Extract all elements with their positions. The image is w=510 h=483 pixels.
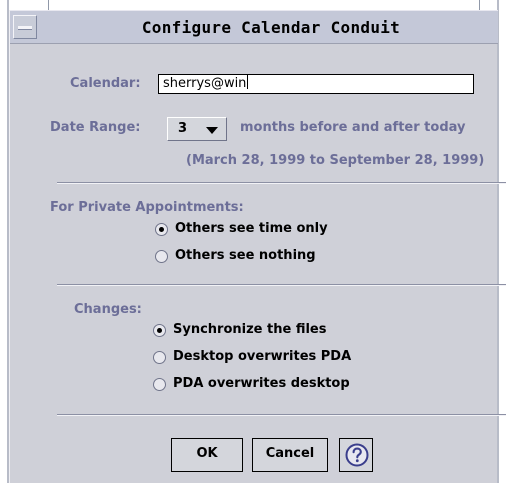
radio-label: Others see nothing: [175, 248, 316, 263]
desktop-mark-right: [479, 0, 480, 10]
desktop-edge-line-right: [497, 0, 499, 483]
date-range-label: Date Range:: [50, 120, 141, 135]
divider: [57, 284, 506, 286]
changes-label: Changes:: [74, 302, 142, 317]
date-range-suffix: months before and after today: [240, 120, 466, 135]
private-appointments-label: For Private Appointments:: [50, 200, 244, 215]
configure-calendar-conduit-dialog: Configure Calendar Conduit Calendar: she…: [9, 10, 506, 483]
radio-button-checked[interactable]: [153, 324, 166, 337]
divider: [57, 414, 506, 416]
title-bar[interactable]: Configure Calendar Conduit: [10, 10, 498, 44]
help-question-icon: [345, 443, 369, 467]
radio-label: Desktop overwrites PDA: [173, 349, 352, 364]
window-title: Configure Calendar Conduit: [141, 18, 401, 37]
radio-button-unchecked[interactable]: [155, 250, 168, 263]
radio-button-checked[interactable]: [155, 223, 168, 236]
radio-button-unchecked[interactable]: [153, 351, 166, 364]
calendar-input[interactable]: sherrys@win: [158, 74, 474, 94]
cancel-button[interactable]: Cancel: [252, 438, 328, 472]
calendar-label: Calendar:: [70, 76, 141, 91]
date-range-selected-value: 3: [178, 121, 188, 136]
help-button[interactable]: [339, 438, 373, 472]
date-range-select[interactable]: 3: [167, 117, 227, 141]
radio-label: Synchronize the files: [173, 322, 327, 337]
desktop-mark-left: [48, 0, 49, 10]
calendar-input-value: sherrys@win: [163, 76, 247, 91]
text-caret: [247, 75, 249, 89]
window-menu-icon: [18, 26, 32, 30]
date-range-dates: (March 28, 1999 to September 28, 1999): [186, 153, 485, 168]
radio-label: PDA overwrites desktop: [173, 376, 350, 391]
radio-label: Others see time only: [175, 221, 328, 236]
dropdown-arrow-icon: [206, 127, 218, 134]
radio-button-unchecked[interactable]: [153, 378, 166, 391]
ok-button[interactable]: OK: [171, 438, 243, 472]
window-menu-button[interactable]: [13, 15, 37, 39]
divider: [57, 182, 506, 184]
